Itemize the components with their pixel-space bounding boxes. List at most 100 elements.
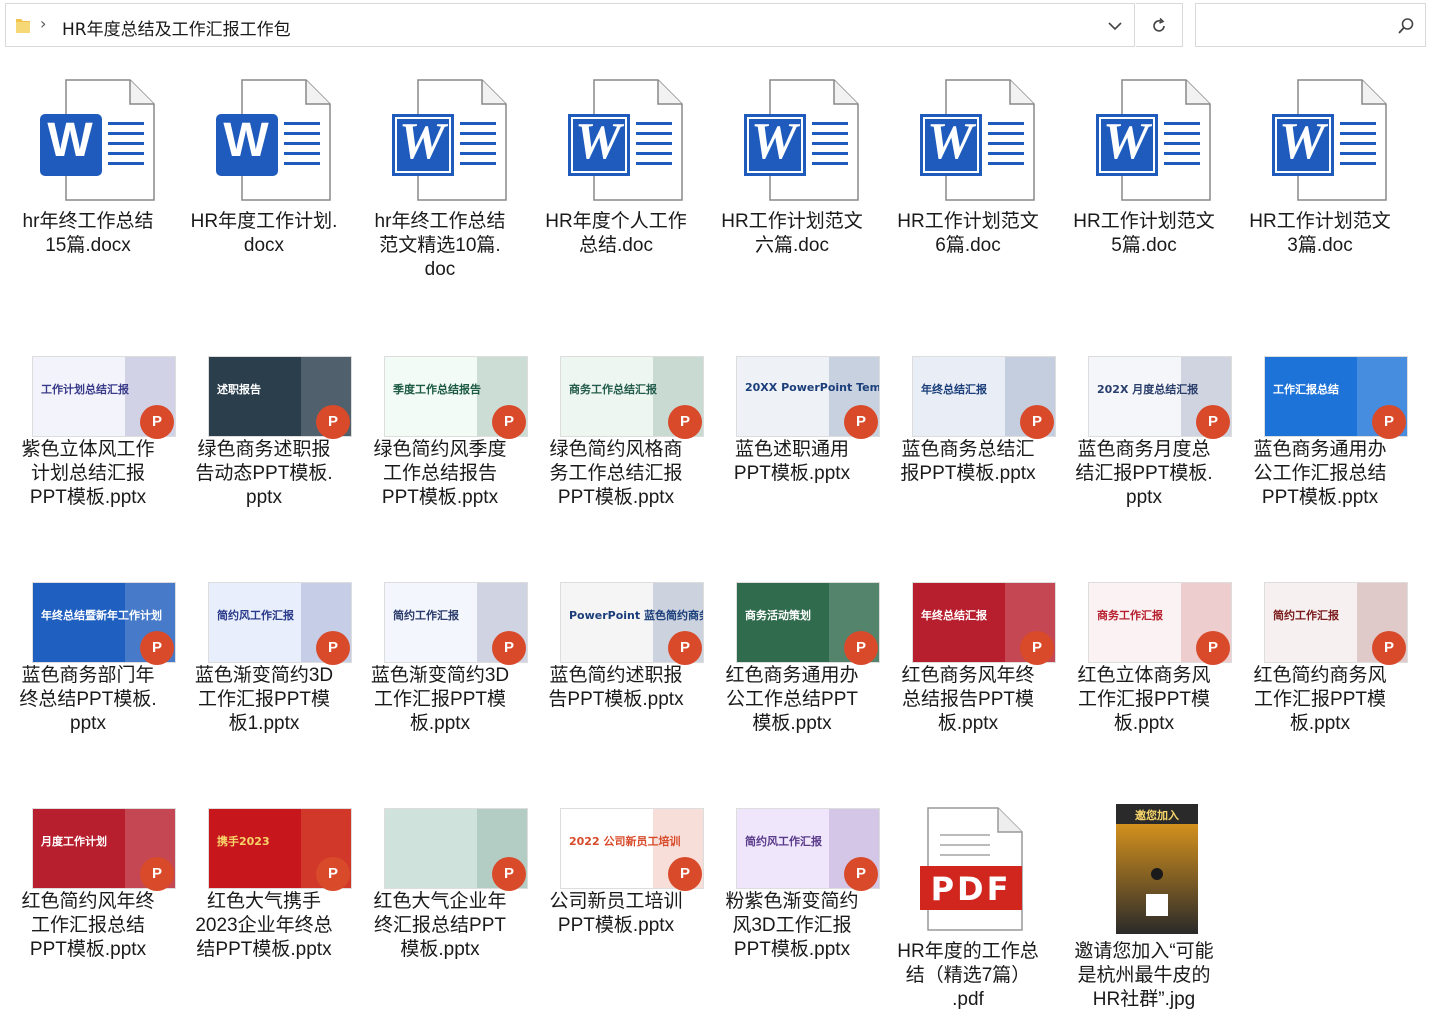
file-label-line: 邀请您加入“可能 <box>1074 941 1214 962</box>
file-label-line: 结（精选7篇） <box>905 965 1031 986</box>
file-label[interactable]: hr年终工作总结 15篇.docx <box>0 210 176 258</box>
word-document-icon: W <box>1092 76 1268 208</box>
file-label[interactable]: HR年度个人工作 总结.doc <box>528 210 704 258</box>
file-label[interactable]: 蓝色渐变简约3D 工作汇报PPT模 板1.pptx <box>176 664 352 736</box>
slide-title: 商务活动策划 <box>745 609 811 622</box>
file-label-line: 绿色简约风格商 <box>549 439 683 460</box>
file-label[interactable]: hr年终工作总结 范文精选10篇. doc <box>352 210 528 282</box>
file-label-line: 计划总结汇报 <box>30 463 145 484</box>
file-label-line: HR工作计划范文 <box>897 211 1039 232</box>
slide-title: 商务工作汇报 <box>1097 609 1163 622</box>
file-label[interactable]: 红色商务通用办 公工作总结PPT 模板.pptx <box>704 664 880 736</box>
slide-title: 携手2023 <box>217 835 270 848</box>
powerpoint-thumbnail: 202X 月度总结汇报 P <box>1056 356 1232 439</box>
breadcrumb-path[interactable]: HR年度总结及工作汇报工作包 <box>62 15 291 40</box>
file-label-line: 模板.pptx <box>400 939 480 960</box>
file-label[interactable]: 红色大气企业年 终汇报总结PPT 模板.pptx <box>352 890 528 962</box>
file-label[interactable]: HR工作计划范文 5篇.doc <box>1056 210 1232 258</box>
file-label[interactable]: 蓝色商务部门年 终总结PPT模板. pptx <box>0 664 176 736</box>
slide-title: 年终总结暨新年工作计划 <box>41 609 162 622</box>
file-label-line: HR工作计划范文 <box>1249 211 1391 232</box>
search-input[interactable] <box>1204 12 1388 40</box>
svg-text:W: W <box>47 114 93 167</box>
file-label-line: HR工作计划范文 <box>721 211 863 232</box>
slide-title: PowerPoint 蓝色简约商务述职报告 <box>569 609 703 622</box>
powerpoint-badge-icon: P <box>838 631 878 665</box>
file-label-line: 蓝色述职通用 <box>734 439 849 460</box>
file-label[interactable]: 蓝色简约述职报 告PPT模板.pptx <box>528 664 704 712</box>
file-label-line: .pdf <box>952 989 984 1010</box>
file-label[interactable]: 蓝色述职通用 PPT模板.pptx <box>704 438 880 486</box>
file-label[interactable]: HR年度工作计划. docx <box>176 210 352 258</box>
file-label-line: PPT模板.pptx <box>381 487 499 508</box>
file-label[interactable]: 红色简约商务风 工作汇报PPT模 板.pptx <box>1232 664 1408 736</box>
file-label-line: 蓝色商务通用办 <box>1253 439 1387 460</box>
file-label[interactable]: 红色大气携手 2023企业年终总 结PPT模板.pptx <box>176 890 352 962</box>
powerpoint-badge-icon: P <box>1190 405 1230 439</box>
powerpoint-badge-icon: P <box>134 405 174 439</box>
file-label-line: hr年终工作总结 <box>374 211 506 232</box>
file-label[interactable]: 红色简约风年终 工作汇报总结 PPT模板.pptx <box>0 890 176 962</box>
file-label-line: 红色简约商务风 <box>1253 665 1387 686</box>
powerpoint-badge-icon: P <box>486 405 526 439</box>
refresh-button[interactable] <box>1136 3 1183 47</box>
file-label-line: 工作总结报告 <box>382 463 497 484</box>
word-document-icon: W <box>1268 76 1436 208</box>
file-label-line: 务工作总结汇报 <box>549 463 683 484</box>
file-label-line: 3篇.doc <box>1287 235 1353 256</box>
file-label[interactable]: 绿色商务述职报 告动态PPT模板. pptx <box>176 438 352 510</box>
word-document-icon: W <box>388 76 564 208</box>
file-label-line: 板.pptx <box>1289 713 1351 734</box>
file-label-line: 蓝色商务月度总 <box>1077 439 1211 460</box>
file-label[interactable]: 蓝色渐变简约3D 工作汇报PPT模 板.pptx <box>352 664 528 736</box>
powerpoint-badge-icon: P <box>838 405 878 439</box>
file-label-line: PPT模板.pptx <box>29 487 147 508</box>
powerpoint-thumbnail: 工作汇报总结 P <box>1232 356 1408 439</box>
file-label-line: 工作汇报总结 <box>30 915 145 936</box>
file-label[interactable]: HR年度的工作总 结（精选7篇） .pdf <box>880 940 1056 1012</box>
word-document-icon: W <box>740 76 916 208</box>
slide-title: 年终总结汇报 <box>921 609 987 622</box>
file-label[interactable]: 粉紫色渐变简约 风3D工作汇报 PPT模板.pptx <box>704 890 880 962</box>
search-icon[interactable] <box>1397 17 1415 35</box>
search-box[interactable] <box>1195 3 1426 47</box>
powerpoint-badge-icon: P <box>1190 631 1230 665</box>
file-label[interactable]: 邀请您加入“可能 是杭州最牛皮的 HR社群”.jpg <box>1056 940 1232 1012</box>
powerpoint-thumbnail: 年终总结汇报 P <box>880 356 1056 439</box>
file-label[interactable]: 紫色立体风工作 计划总结汇报 PPT模板.pptx <box>0 438 176 510</box>
file-label[interactable]: HR工作计划范文 六篇.doc <box>704 210 880 258</box>
file-label[interactable]: 公司新员工培训 PPT模板.pptx <box>528 890 704 938</box>
slide-title: 工作汇报总结 <box>1273 383 1339 396</box>
slide-title: 月度工作计划 <box>41 835 107 848</box>
file-label-line: 蓝色渐变简约3D <box>194 665 334 686</box>
powerpoint-badge-icon: P <box>838 857 878 891</box>
chevron-down-icon[interactable] <box>1106 17 1124 35</box>
slide-title: 年终总结汇报 <box>921 383 987 396</box>
powerpoint-thumbnail: 商务工作总结汇报 P <box>528 356 704 439</box>
pdf-label: PDF <box>931 870 1012 908</box>
file-label-line: 工作汇报PPT模 <box>1078 689 1210 710</box>
file-label[interactable]: HR工作计划范文 6篇.doc <box>880 210 1056 258</box>
powerpoint-thumbnail: 工作计划总结汇报 P <box>0 356 176 439</box>
file-label[interactable]: 绿色简约风格商 务工作总结汇报 PPT模板.pptx <box>528 438 704 510</box>
file-label[interactable]: 红色商务风年终 总结报告PPT模 板.pptx <box>880 664 1056 736</box>
file-label[interactable]: 红色立体商务风 工作汇报PPT模 板.pptx <box>1056 664 1232 736</box>
file-label-line: 紫色立体风工作 <box>21 439 155 460</box>
file-label[interactable]: 蓝色商务通用办 公工作汇报总结 PPT模板.pptx <box>1232 438 1408 510</box>
slide-title: 工作计划总结汇报 <box>41 383 129 396</box>
file-label-line: PPT模板.pptx <box>29 939 147 960</box>
file-label-line: 结PPT模板.pptx <box>196 939 332 960</box>
file-label-line: HR社群”.jpg <box>1092 989 1196 1010</box>
file-label[interactable]: 蓝色商务总结汇 报PPT模板.pptx <box>880 438 1056 486</box>
file-label[interactable]: 蓝色商务月度总 结汇报PPT模板. pptx <box>1056 438 1232 510</box>
file-label-line: 蓝色简约述职报 <box>549 665 683 686</box>
address-bar[interactable]: › HR年度总结及工作汇报工作包 <box>5 3 1135 47</box>
file-label[interactable]: 绿色简约风季度 工作总结报告 PPT模板.pptx <box>352 438 528 510</box>
breadcrumb-chevron-icon[interactable]: › <box>40 14 46 33</box>
word-document-icon: W <box>212 76 388 208</box>
powerpoint-thumbnail: 述职报告 P <box>176 356 352 439</box>
file-label[interactable]: HR工作计划范文 3篇.doc <box>1232 210 1408 258</box>
file-label-line: 2023企业年终总 <box>195 915 333 936</box>
svg-text:W: W <box>927 113 977 170</box>
file-label-line: 蓝色商务部门年 <box>21 665 155 686</box>
